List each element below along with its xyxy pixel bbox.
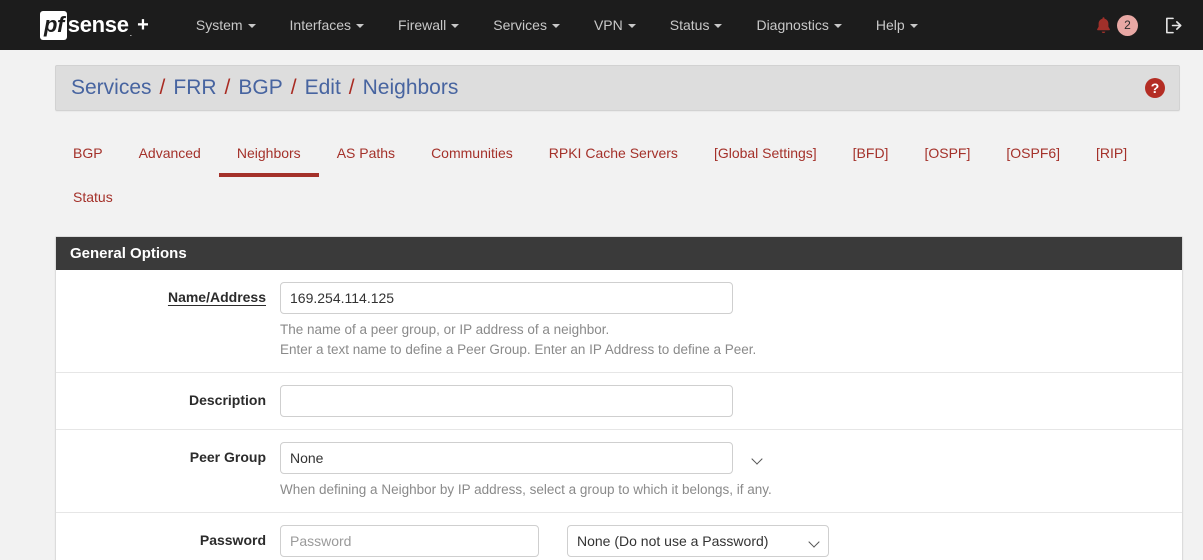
tab-bfd[interactable]: [BFD] (835, 133, 907, 177)
chevron-down-icon (714, 24, 723, 29)
peer-group-help: When defining a Neighbor by IP address, … (280, 482, 772, 497)
breadcrumb-item-frr[interactable]: FRR (173, 76, 216, 100)
nav-item-label: Diagnostics (756, 17, 829, 33)
form-row-name-address: Name/Address The name of a peer group, o… (56, 270, 1182, 373)
name-address-help-line2: Enter a text name to define a Peer Group… (280, 342, 757, 357)
nav-item-label: VPN (593, 17, 623, 33)
logout-button[interactable] (1142, 16, 1189, 35)
password-label: Password (199, 532, 266, 548)
chevron-down-icon (451, 24, 460, 29)
nav-item-diagnostics[interactable]: Diagnostics (739, 0, 858, 50)
chevron-down-icon (247, 24, 256, 29)
password-type-select[interactable]: None (Do not use a Password) (567, 525, 829, 557)
tab-status[interactable]: Status (55, 177, 131, 221)
nav-item-help[interactable]: Help (859, 0, 935, 50)
tab-bar: BGP Advanced Neighbors AS Paths Communit… (55, 133, 1180, 221)
chevron-down-icon (551, 24, 560, 29)
name-address-input[interactable] (280, 282, 733, 314)
form-row-description: Description (56, 373, 1182, 430)
nav-item-vpn[interactable]: VPN (577, 0, 653, 50)
pfsense-logo[interactable]: pf sense. + (40, 10, 149, 40)
description-input[interactable] (280, 385, 733, 417)
general-options-panel: General Options Name/Address The name of… (55, 236, 1183, 560)
panel-title: General Options (56, 237, 1182, 270)
breadcrumb-item-edit[interactable]: Edit (305, 76, 341, 100)
description-label: Description (188, 392, 266, 408)
nav-item-label: Status (669, 17, 710, 33)
tab-bgp[interactable]: BGP (55, 133, 121, 177)
nav-item-label: Firewall (398, 17, 447, 33)
notification-count-badge: 2 (1117, 14, 1138, 36)
tab-communities[interactable]: Communities (413, 133, 531, 177)
tab-neighbors[interactable]: Neighbors (218, 133, 319, 177)
breadcrumb-separator: / (290, 76, 297, 99)
bell-icon (1097, 16, 1110, 33)
chevron-down-icon (833, 24, 842, 29)
tab-rip[interactable]: [RIP] (1078, 133, 1145, 177)
peer-group-fields: None When defining a Neighbor by IP addr… (280, 442, 1182, 500)
chevron-down-icon (909, 24, 918, 29)
breadcrumb-bar: Services / FRR / BGP / Edit / Neighbors … (55, 65, 1180, 111)
tab-global-settings[interactable]: [Global Settings] (696, 133, 835, 177)
nav-item-label: Interfaces (289, 17, 352, 33)
nav-item-services[interactable]: Services (476, 0, 577, 50)
top-navbar: pf sense. + System Interfaces Firewall Ser… (0, 0, 1203, 50)
breadcrumb-item-neighbors[interactable]: Neighbors (363, 76, 459, 100)
chevron-down-icon (356, 24, 365, 29)
nav-item-status[interactable]: Status (653, 0, 740, 50)
breadcrumb-item-services[interactable]: Services (71, 76, 152, 100)
name-address-help-line1: The name of a peer group, or IP address … (280, 322, 610, 337)
logo-sense-text: sense (67, 12, 129, 37)
page-content: Services / FRR / BGP / Edit / Neighbors … (0, 65, 1203, 560)
nav-item-label: System (195, 17, 243, 33)
logo-plus-mark: + (137, 14, 149, 36)
nav-item-firewall[interactable]: Firewall (381, 0, 476, 50)
logo-pf-mark: pf (40, 10, 67, 40)
nav-item-label: Services (493, 17, 547, 33)
notifications-button[interactable]: 2 (1091, 14, 1142, 36)
tab-as-paths[interactable]: AS Paths (319, 133, 413, 177)
tab-rpki-cache-servers[interactable]: RPKI Cache Servers (531, 133, 696, 177)
password-type-select-wrapper: None (Do not use a Password) (567, 525, 829, 557)
password-fields: Password for this BGP Neighbor None (Do … (280, 525, 1182, 560)
panel-body: Name/Address The name of a peer group, o… (56, 270, 1182, 560)
breadcrumb-separator: / (348, 76, 355, 99)
tab-ospf6[interactable]: [OSPF6] (988, 133, 1078, 177)
help-icon[interactable]: ? (1145, 78, 1165, 98)
navbar-right-actions: 2 (1091, 14, 1189, 36)
chevron-down-icon (627, 24, 636, 29)
peer-group-select[interactable]: None (280, 442, 733, 474)
breadcrumb-item-bgp[interactable]: BGP (238, 76, 282, 100)
password-input[interactable] (280, 525, 539, 557)
breadcrumb: Services / FRR / BGP / Edit / Neighbors (71, 76, 458, 100)
name-address-label: Name/Address (167, 289, 266, 305)
breadcrumb-separator: / (224, 76, 231, 99)
tab-advanced[interactable]: Advanced (121, 133, 219, 177)
nav-item-system[interactable]: System (179, 0, 273, 50)
breadcrumb-separator: / (159, 76, 166, 99)
tab-ospf[interactable]: [OSPF] (906, 133, 988, 177)
name-address-fields: The name of a peer group, or IP address … (280, 282, 1182, 360)
peer-group-select-wrapper: None (280, 442, 772, 474)
name-address-help: The name of a peer group, or IP address … (280, 320, 756, 360)
navbar-menu: System Interfaces Firewall Services VPN … (179, 0, 935, 50)
logout-icon (1166, 17, 1182, 33)
peer-group-label: Peer Group (189, 449, 266, 465)
nav-item-label: Help (875, 17, 905, 33)
logo-registered-mark: . (129, 27, 133, 38)
description-fields (280, 385, 1182, 417)
nav-item-interfaces[interactable]: Interfaces (273, 0, 381, 50)
form-row-password: Password Password for this BGP Neighbor … (56, 513, 1182, 560)
form-row-peer-group: Peer Group None When defining a Neighbor… (56, 430, 1182, 513)
